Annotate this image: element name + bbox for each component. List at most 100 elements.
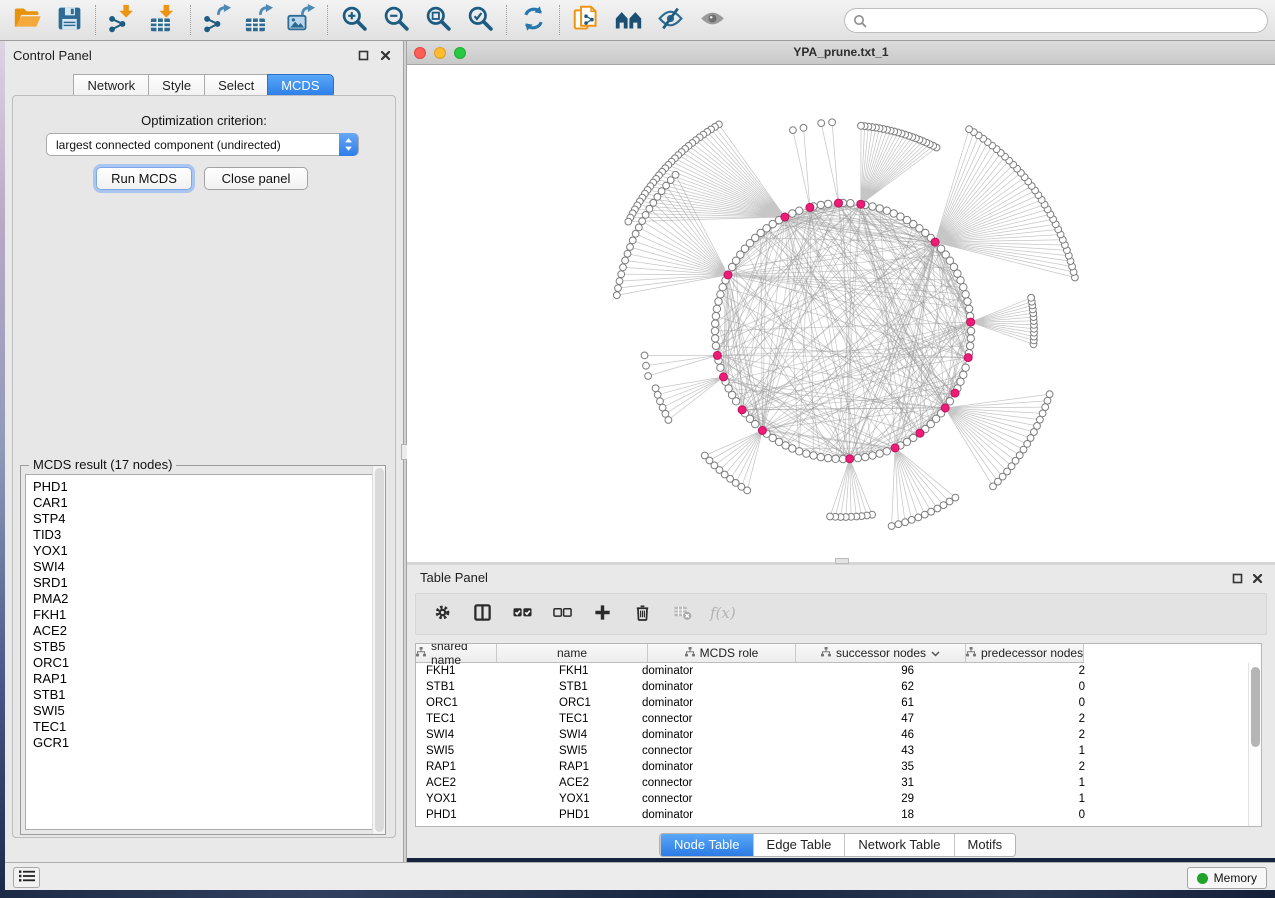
graph-node[interactable] (803, 450, 810, 457)
table-tab[interactable]: Network Table (844, 834, 953, 856)
mcds-result-item[interactable]: RAP1 (26, 671, 380, 687)
optimization-criterion-select[interactable]: largest connected component (undirected) (46, 133, 359, 156)
mcds-list-scrollbar[interactable] (372, 466, 385, 834)
graph-node[interactable] (712, 312, 719, 319)
search-input[interactable] (872, 11, 1267, 31)
graph-node-selected[interactable] (891, 444, 899, 452)
graph-node[interactable] (728, 263, 735, 270)
graph-node[interactable] (744, 487, 751, 494)
graph-node[interactable] (1028, 294, 1035, 301)
graph-node[interactable] (960, 284, 967, 291)
close-panel-icon[interactable] (1252, 573, 1263, 584)
graph-node[interactable] (928, 508, 935, 515)
window-zoom-button[interactable] (454, 47, 466, 59)
mcds-result-item[interactable]: SRD1 (26, 575, 380, 591)
column-header[interactable]: predecessor nodes (966, 644, 1084, 663)
scrollbar-thumb[interactable] (375, 468, 384, 832)
graph-node[interactable] (832, 455, 839, 462)
graph-node[interactable] (618, 271, 625, 278)
apply-layout-button[interactable] (512, 2, 554, 38)
table-tab[interactable]: Node Table (660, 834, 753, 856)
graph-node[interactable] (962, 364, 969, 371)
table-tab[interactable]: Motifs (954, 834, 1016, 856)
graph-node[interactable] (796, 448, 803, 455)
graph-node[interactable] (817, 201, 824, 208)
mcds-result-item[interactable]: SWI4 (26, 559, 380, 575)
graph-node[interactable] (862, 453, 869, 460)
graph-node[interactable] (888, 523, 895, 530)
graph-node[interactable] (946, 398, 953, 405)
graph-node[interactable] (957, 378, 964, 385)
graph-node-selected[interactable] (720, 373, 728, 381)
memory-button[interactable]: Memory (1187, 867, 1267, 889)
graph-node[interactable] (712, 342, 719, 349)
graph-node[interactable] (921, 511, 928, 518)
graph-node[interactable] (937, 245, 944, 252)
graph-node[interactable] (965, 305, 972, 312)
save-session-button[interactable] (48, 2, 90, 38)
graph-node-selected[interactable] (846, 455, 854, 463)
graph-node[interactable] (654, 194, 661, 201)
mcds-result-item[interactable]: PHD1 (26, 479, 380, 495)
graph-node[interactable] (665, 417, 672, 424)
graph-node[interactable] (902, 519, 909, 526)
float-panel-icon[interactable] (358, 50, 369, 61)
graph-node[interactable] (890, 210, 897, 217)
mcds-result-item[interactable]: ACE2 (26, 623, 380, 639)
graph-node[interactable] (613, 292, 620, 299)
mcds-result-item[interactable]: TEC1 (26, 719, 380, 735)
graph-node[interactable] (1042, 404, 1049, 411)
export-image-button[interactable] (280, 2, 322, 38)
graph-node[interactable] (934, 505, 941, 512)
network-window-titlebar[interactable]: YPA_prune.txt_1 (407, 41, 1275, 65)
graph-node[interactable] (967, 327, 974, 334)
graph-node[interactable] (967, 335, 974, 342)
table-tab[interactable]: Edge Table (753, 834, 845, 856)
graph-node-selected[interactable] (758, 427, 766, 435)
mcds-result-item[interactable]: GCR1 (26, 735, 380, 751)
graph-node[interactable] (915, 514, 922, 521)
graph-node[interactable] (643, 362, 650, 369)
graph-node[interactable] (717, 364, 724, 371)
graph-node[interactable] (713, 305, 720, 312)
graph-node[interactable] (789, 445, 796, 452)
graph-node[interactable] (962, 291, 969, 298)
close-panel-icon[interactable] (380, 50, 391, 61)
graph-node[interactable] (964, 298, 971, 305)
graph-node[interactable] (650, 199, 657, 206)
network-canvas[interactable] (407, 65, 1275, 562)
graph-node[interactable] (910, 434, 917, 441)
graph-node[interactable] (639, 218, 646, 225)
graph-node[interactable] (1046, 391, 1053, 398)
table-row[interactable]: PHD1 PHD1 dominator 18 0 (416, 807, 1261, 823)
table-row[interactable]: RAP1 RAP1 dominator 35 2 (416, 759, 1261, 775)
graph-node[interactable] (642, 212, 649, 219)
table-row[interactable]: SWI5 SWI5 connector 43 1 (416, 743, 1261, 759)
graph-node[interactable] (732, 398, 739, 405)
graph-node-selected[interactable] (916, 429, 924, 437)
graph-node[interactable] (895, 521, 902, 528)
graph-node[interactable] (625, 218, 632, 225)
run-mcds-button[interactable]: Run MCDS (96, 167, 192, 190)
graph-node[interactable] (615, 285, 622, 292)
mcds-result-item[interactable]: SWI5 (26, 703, 380, 719)
graph-node[interactable] (858, 122, 865, 129)
table-row[interactable]: TEC1 TEC1 connector 47 2 (416, 711, 1261, 727)
export-network-button[interactable] (196, 2, 238, 38)
export-table-button[interactable] (238, 2, 280, 38)
mcds-result-item[interactable]: YOX1 (26, 543, 380, 559)
search-box[interactable] (844, 8, 1268, 33)
graph-node[interactable] (645, 373, 652, 380)
splitter-handle[interactable] (835, 558, 849, 564)
graph-node[interactable] (712, 320, 719, 327)
graph-node-selected[interactable] (964, 354, 972, 362)
search-binoculars-button[interactable] (607, 2, 649, 38)
graph-node-selected[interactable] (835, 199, 843, 207)
graph-node[interactable] (883, 207, 890, 214)
hide-selected-button[interactable] (649, 2, 691, 38)
graph-node-selected[interactable] (738, 406, 746, 414)
graph-node[interactable] (869, 452, 876, 459)
zoom-selected-button[interactable] (459, 2, 501, 38)
graph-node[interactable] (810, 452, 817, 459)
share-network-button[interactable] (565, 2, 607, 38)
